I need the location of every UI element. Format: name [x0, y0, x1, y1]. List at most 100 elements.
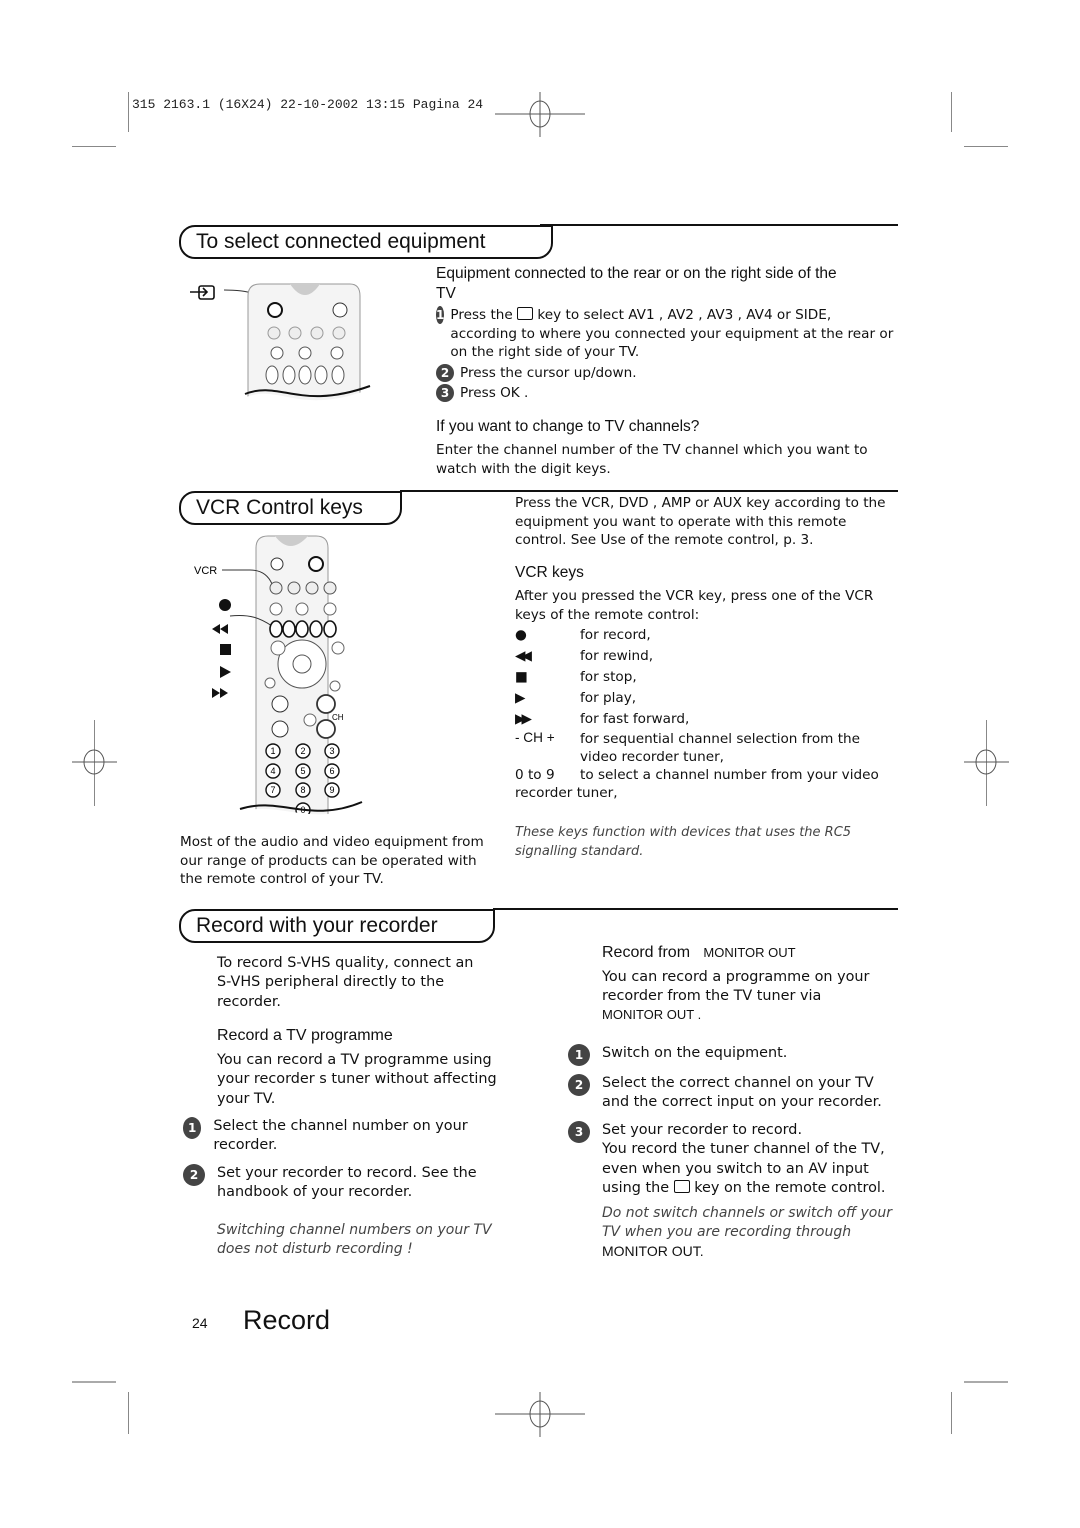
monitor-out-label: MONITOR OUT .	[602, 1007, 702, 1022]
record-tv-text: You can record a TV programme using your…	[217, 1052, 497, 1107]
crop-mark	[72, 1381, 116, 1383]
step-3: 3 Press OK .	[436, 384, 896, 403]
remote-control-illustration-vcr: VCR CH 123 456 789 0	[194, 535, 363, 834]
play-icon: ▶	[515, 690, 526, 706]
monitor-text: You can record a programme on your recor…	[602, 969, 870, 1005]
svg-text:3: 3	[329, 746, 334, 756]
svg-text:1: 1	[270, 746, 275, 756]
step-1: 1 Switch on the equipment.	[568, 1044, 898, 1066]
registration-mark	[495, 1392, 585, 1437]
crop-mark	[128, 92, 129, 132]
step-text: Press the cursor up/down.	[460, 364, 637, 381]
record-icon: ●	[515, 627, 527, 643]
svg-text:VCR: VCR	[194, 565, 217, 577]
key-desc: to select a channel number from your vid…	[580, 767, 879, 783]
step-3: 3 Set your recorder to record. You record …	[568, 1120, 898, 1199]
rc5-note: These keys function with devices that us…	[515, 825, 852, 859]
divider	[400, 490, 898, 492]
svg-text:6: 6	[329, 766, 334, 776]
crop-mark	[951, 92, 952, 132]
registration-mark	[72, 749, 117, 775]
step-number: 2	[568, 1074, 590, 1096]
tv-channels-text: Enter the channel number of the TV chann…	[436, 442, 868, 477]
step-2: 2 Set your recorder to record. See the ha…	[183, 1163, 483, 1203]
subheading-record-tv: Record a TV programme	[217, 1027, 393, 1044]
divider	[493, 908, 898, 910]
rewind-icon: ◀◀	[515, 648, 532, 664]
svhs-text: To record S-VHS quality, connect an S-VH…	[217, 955, 474, 1010]
key-label: 0 to 9	[515, 767, 555, 783]
record-tv-steps: 1 Select the channel number on your recor…	[183, 1117, 483, 1203]
step-1: 1 Select the channel number on your recor…	[183, 1117, 483, 1156]
svg-text:4: 4	[270, 766, 275, 776]
record-tv-note: Switching channel numbers on your TV doe…	[217, 1222, 492, 1257]
svg-text:CH: CH	[332, 713, 344, 722]
step-text: Press OK .	[460, 385, 529, 402]
key-row-stop: ■ for stop,	[515, 667, 900, 688]
step-2: 2 Select the correct channel on your TV a…	[568, 1074, 898, 1113]
svg-text:2: 2	[300, 746, 305, 756]
vcr-keys-table: ● for record, ◀◀ for rewind, ■ for stop, ▶ f…	[515, 625, 900, 802]
registration-mark	[964, 749, 1009, 775]
step-text: Press the	[450, 307, 513, 323]
subheading-text: Record from	[602, 944, 691, 961]
key-desc: for play,	[580, 690, 637, 706]
step-text: Set your recorder to record.	[602, 1121, 803, 1138]
monitor-out-label: MONITOR OUT	[703, 945, 796, 960]
key-desc: for fast forward,	[580, 711, 690, 727]
stop-icon: ■	[515, 669, 528, 685]
av-input-key-icon	[517, 307, 534, 320]
subheading-rear-side: Equipment connected to the rear or on th…	[436, 265, 837, 302]
key-desc: for rewind,	[580, 648, 654, 664]
subheading-vcr-keys: VCR keys	[515, 564, 584, 581]
section-header-record: Record with your recorder	[179, 909, 495, 943]
section-header-vcr: VCR Control keys	[179, 491, 402, 525]
key-row-channel: - CH + for sequential channel selection f…	[515, 730, 900, 766]
monitor-note: Do not switch channels or switch off you…	[602, 1204, 897, 1262]
section-header-select-equipment: To select connected equipment	[179, 225, 553, 259]
key-desc: for sequential channel selection from th…	[580, 731, 861, 765]
crop-mark	[72, 146, 116, 147]
step-number: 2	[183, 1163, 205, 1186]
step-number: 1	[436, 306, 445, 324]
crop-mark	[964, 1381, 1008, 1383]
key-row-digits-cont: recorder tuner,	[515, 784, 900, 802]
svg-text:9: 9	[329, 785, 334, 795]
key-row-digits: 0 to 9 to select a channel number from yo…	[515, 766, 900, 784]
step-1: 1 Press the key to select AV1 , AV2 , AV3…	[436, 306, 896, 362]
fast-forward-icon: ▶▶	[515, 711, 532, 727]
subheading-monitor-out: Record from MONITOR OUT	[602, 943, 796, 963]
step-number: 3	[568, 1120, 590, 1143]
step-text: key on the remote control.	[694, 1180, 886, 1197]
vcr-left-text: Most of the audio and video equipment fr…	[180, 834, 484, 888]
svg-text:7: 7	[270, 785, 275, 795]
step-number: 1	[183, 1117, 202, 1139]
step-text: Switch on the equipment.	[602, 1045, 788, 1061]
key-row-record: ● for record,	[515, 625, 900, 646]
step-number: 3	[436, 384, 454, 403]
key-row-play: ▶ for play,	[515, 688, 900, 709]
step-text: Select the channel number on your record…	[213, 1118, 468, 1154]
vcr-keys-text: After you pressed the VCR key, press one…	[515, 588, 874, 623]
step-number: 2	[436, 363, 454, 382]
key-desc: for stop,	[580, 669, 637, 685]
key-row-rewind: ◀◀ for rewind,	[515, 646, 900, 667]
divider	[540, 224, 898, 226]
key-desc: for record,	[580, 627, 651, 643]
crop-mark	[128, 1392, 129, 1434]
key-desc: recorder tuner,	[515, 785, 618, 801]
monitor-steps: 1 Switch on the equipment. 2 Select the co…	[568, 1044, 898, 1198]
page-number: 24	[192, 1315, 208, 1331]
chapter-title: Record	[243, 1305, 331, 1335]
remote-control-illustration-top	[190, 283, 371, 411]
monitor-out-label: MONITOR OUT.	[602, 1243, 704, 1259]
step-text: Set your recorder to record. See the han…	[217, 1164, 477, 1201]
key-row-fast-forward: ▶▶ for fast forward,	[515, 709, 900, 730]
note-text: Do not switch channels or switch off you…	[602, 1205, 892, 1240]
key-label: - CH +	[515, 730, 555, 745]
subheading-tv-channels: If you want to change to TV channels?	[436, 418, 700, 435]
step-2: 2 Press the cursor up/down.	[436, 363, 896, 383]
step-text: Select the correct channel on your TV an…	[602, 1075, 882, 1111]
crop-mark	[964, 146, 1008, 147]
step-number: 1	[568, 1044, 590, 1066]
